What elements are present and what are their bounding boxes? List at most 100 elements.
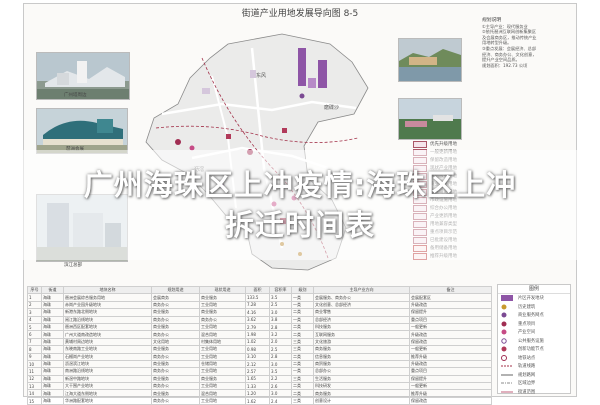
table-cell: 海珠 xyxy=(41,382,64,391)
table-cell: 大干围产业地块 xyxy=(63,382,152,391)
table-cell: 保留改造 xyxy=(409,396,492,405)
table-cell: 4.16 xyxy=(245,308,270,317)
table-cell: 新滘中路地块 xyxy=(63,374,152,384)
table-cell: 互联网服务 xyxy=(313,330,410,339)
table-cell: 海珠 xyxy=(41,389,64,398)
table-cell: 海珠 xyxy=(41,293,64,302)
table-row: 1 海珠 琶洲会展综合服务用地 会展商务 商业服务 133.5 3.5 一类 会展服务、商务办公… xyxy=(27,293,492,302)
table-cell: 14 xyxy=(27,389,42,398)
table-header: 地块名称 xyxy=(63,285,152,295)
table-header: 街道 xyxy=(41,285,64,295)
table-cell: 商务办公 xyxy=(199,315,246,324)
parcel-table: 序号 街道 地块名称 规划用途 现状用途 面积 容积率 级别 主导产业方向 备注… xyxy=(27,285,492,405)
table-cell: 2.8 xyxy=(269,322,292,332)
table-cell: 3.62 xyxy=(245,315,270,324)
table-row: 9 海珠 石榴岗产业地块 商务办公 工业用地 3.10 2.8 二类 信息服务 推荐升级 xyxy=(27,352,492,361)
table-cell: 南洲路沿线地块 xyxy=(63,367,152,376)
table-cell: 3.0 xyxy=(269,359,292,369)
legend-label: 重点项目 xyxy=(518,321,536,327)
metro-icon xyxy=(501,354,515,361)
legend-label: 规划路网 xyxy=(518,372,536,378)
table-cell: 琶洲西区配套地块 xyxy=(63,322,152,332)
parcel-purple-1 xyxy=(298,48,306,86)
table-cell: 商业服务 xyxy=(199,293,246,302)
ring-icon xyxy=(501,338,515,344)
legend-label: 历史建筑 xyxy=(518,304,536,310)
table-cell: 11 xyxy=(27,367,42,376)
table-cell: 二类 xyxy=(291,330,314,339)
table-cell: 2.0 xyxy=(269,337,292,347)
legend-item: 地铁站点 xyxy=(498,354,570,363)
star-icon xyxy=(501,346,515,352)
photo-tower-caption: 广州塔周边 xyxy=(64,93,87,98)
table-cell: 商务服务 xyxy=(313,389,410,398)
table-cell: 广州大道南改造地块 xyxy=(63,330,152,339)
table-cell: 0.98 xyxy=(245,345,270,354)
table-cell: 1.33 xyxy=(245,382,270,391)
photo-hq-caption: 滨江总部 xyxy=(64,263,82,268)
boundary-line-icon xyxy=(501,380,515,386)
table-cell: 3.2 xyxy=(269,330,292,339)
table-cell: 推荐升级 xyxy=(409,389,492,398)
table-cell: 商业服务 xyxy=(151,374,200,384)
table-cell: 工业用地 xyxy=(199,352,246,361)
table-cell: 赤岗产业园升级地块 xyxy=(63,300,152,310)
table-cell: 文化旅游 xyxy=(313,337,410,347)
table-cell: 3 xyxy=(27,308,42,317)
table-cell: 文化创意、总部经济 xyxy=(313,300,410,310)
table-cell: 东晓南路工业地块 xyxy=(63,345,152,354)
photo-park-image xyxy=(399,99,461,139)
legend-label: 公共服务设施 xyxy=(518,338,544,344)
table-cell: 2.2 xyxy=(269,374,292,384)
table-cell: 二类 xyxy=(291,359,314,369)
table-cell: 商务办公 xyxy=(151,315,200,324)
legend-item: 区域边界 xyxy=(498,379,570,388)
table-cell: 2.8 xyxy=(269,352,292,361)
table-cell: 推荐升级 xyxy=(409,352,492,361)
table-cell: 15 xyxy=(27,396,42,405)
table-cell: 创意设计 xyxy=(313,396,410,405)
table-cell: 商业零售 xyxy=(313,308,410,317)
table-cell: 12 xyxy=(27,374,42,384)
table-cell: 一类 xyxy=(291,293,314,302)
table-cell: 三类 xyxy=(291,396,314,405)
table-cell: 海珠 xyxy=(41,345,64,354)
table-row: 5 海珠 琶洲西区配套地块 商业服务 工业用地 2.79 2.8 二类 科技服务 一般更新 xyxy=(27,322,492,332)
table-cell: 商贸服务 xyxy=(313,359,410,369)
legend-item: 产业空间 xyxy=(498,328,570,337)
table-cell: 一般更新 xyxy=(409,345,492,354)
table-row: 14 海珠 江海大道东侧地块 商业服务 混合用地 1.20 3.0 二类 商务服务 推荐升级 xyxy=(27,389,492,398)
legend-label: 地铁站点 xyxy=(518,355,536,361)
legend-item: 重点项目 xyxy=(498,320,570,329)
table-cell: 3.0 xyxy=(269,389,292,398)
legend-label: 轨道线路 xyxy=(518,364,536,370)
parcel-purple-2 xyxy=(318,60,327,88)
notes-line: 规划面积：192.73 公顷 xyxy=(482,62,528,68)
table-cell: 3.5 xyxy=(269,367,292,376)
table-cell: 商务办公 xyxy=(151,396,200,405)
table-row: 7 海珠 黄埔村周边地块 文化用地 村集体用地 1.02 2.0 三类 文化旅游 保留改造 xyxy=(27,337,492,347)
table-row: 2 海珠 赤岗产业园升级地块 商务办公 工业用地 7.28 2.5 一类 文化创意、总部经济 升级… xyxy=(27,300,492,310)
table-cell: 华洲路配套地块 xyxy=(63,396,152,405)
table-row: 15 海珠 华洲路配套地块 商务办公 工业用地 1.62 2.4 三类 创意设计 保留改造 xyxy=(27,396,492,405)
table-cell: 科技研发 xyxy=(313,382,410,391)
parcel-swatch xyxy=(413,140,427,148)
table-cell: 商务办公 xyxy=(151,367,200,376)
table-cell: 工业用地 xyxy=(199,396,246,405)
table-cell: 重点项目 xyxy=(409,367,492,376)
table-cell: 2.5 xyxy=(269,345,292,354)
table-cell: 阅江路沿线地块 xyxy=(63,315,152,324)
table-cell: 二类 xyxy=(291,352,314,361)
table-header: 规划用途 xyxy=(151,285,200,295)
table-cell: 2.4 xyxy=(269,396,292,405)
table-cell: 3.8 xyxy=(269,315,292,324)
rail-line-icon xyxy=(501,363,515,369)
table-cell: 商务服务 xyxy=(313,345,410,354)
table-cell: 石榴岗产业地块 xyxy=(63,352,152,361)
table-cell: 琶洲会展综合服务用地 xyxy=(63,293,152,302)
table-cell: 2.5 xyxy=(269,300,292,310)
legend-label: 街道范围 xyxy=(518,389,536,395)
district-label-1: 东风 xyxy=(256,73,267,79)
table-cell: 7 xyxy=(27,337,42,347)
table-cell: 保留提升 xyxy=(409,374,492,384)
